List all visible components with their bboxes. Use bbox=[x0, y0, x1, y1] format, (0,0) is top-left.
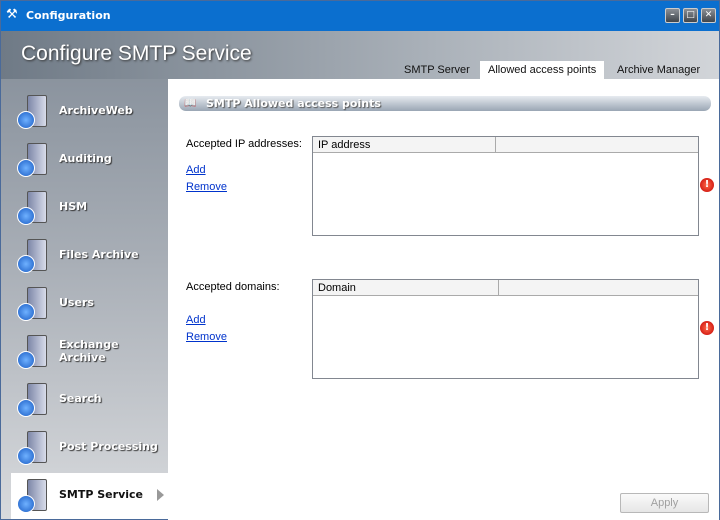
configuration-window: ⚒ Configuration – □ ✕ Configure SMTP Ser… bbox=[0, 0, 720, 520]
server-icon bbox=[17, 287, 47, 321]
sidebar-item-label: Files Archive bbox=[59, 248, 139, 261]
section-title: SMTP Allowed access points bbox=[206, 97, 381, 110]
search-server-icon bbox=[17, 383, 47, 417]
database-server-icon bbox=[17, 239, 47, 273]
column-header-domain[interactable]: Domain bbox=[313, 280, 499, 296]
sidebar-item-label: Post Processing bbox=[59, 440, 158, 453]
apply-button[interactable]: Apply bbox=[620, 493, 709, 513]
search-server-icon bbox=[17, 431, 47, 465]
sidebar-item-hsm[interactable]: HSM bbox=[11, 185, 168, 231]
maximize-button[interactable]: □ bbox=[683, 8, 698, 23]
sidebar-item-label: Users bbox=[59, 296, 94, 309]
sidebar-item-label: SMTP Service bbox=[59, 488, 143, 501]
page-title: Configure SMTP Service bbox=[21, 42, 252, 65]
server-icon bbox=[17, 143, 47, 177]
section-header: 📖 SMTP Allowed access points bbox=[179, 96, 711, 111]
sidebar-item-post-processing[interactable]: Post Processing bbox=[11, 425, 168, 471]
sidebar-item-label: ArchiveWeb bbox=[59, 104, 133, 117]
sidebar-item-smtp-service[interactable]: SMTP Service bbox=[11, 473, 168, 519]
tab-archive-manager[interactable]: Archive Manager bbox=[609, 61, 708, 79]
domain-table[interactable]: Domain bbox=[312, 279, 699, 379]
sidebar-item-label: Auditing bbox=[59, 152, 112, 165]
title-bar: ⚒ Configuration – □ ✕ bbox=[1, 1, 719, 31]
book-icon: 📖 bbox=[184, 98, 197, 109]
add-domain-link[interactable]: Add bbox=[186, 314, 206, 326]
sidebar-item-label: HSM bbox=[59, 200, 88, 213]
sidebar-item-search[interactable]: Search bbox=[11, 377, 168, 423]
chevron-right-icon bbox=[157, 489, 164, 501]
add-ip-link[interactable]: Add bbox=[186, 164, 206, 176]
tab-smtp-server[interactable]: SMTP Server bbox=[396, 61, 478, 79]
tab-allowed-access-points[interactable]: Allowed access points bbox=[480, 61, 605, 79]
remove-domain-link[interactable]: Remove bbox=[186, 331, 227, 343]
mail-server-icon bbox=[17, 335, 47, 369]
sidebar-item-label: Search bbox=[59, 392, 102, 405]
table-header: Domain bbox=[313, 280, 698, 296]
server-icon bbox=[17, 191, 47, 225]
window-title: Configuration bbox=[26, 9, 111, 22]
sidebar-item-exchange-archive[interactable]: Exchange Archive bbox=[11, 329, 168, 375]
sidebar: ArchiveWeb Auditing HSM Files Archive Us… bbox=[1, 79, 168, 520]
column-header-ip-address[interactable]: IP address bbox=[313, 137, 496, 153]
close-button[interactable]: ✕ bbox=[701, 8, 716, 23]
error-icon: ! bbox=[700, 178, 714, 192]
content-panel: 📖 SMTP Allowed access points Accepted IP … bbox=[168, 79, 719, 520]
server-icon bbox=[17, 95, 47, 129]
sidebar-item-auditing[interactable]: Auditing bbox=[11, 137, 168, 183]
sidebar-item-files-archive[interactable]: Files Archive bbox=[11, 233, 168, 279]
tools-icon: ⚒ bbox=[6, 7, 18, 22]
error-icon: ! bbox=[700, 321, 714, 335]
sidebar-item-archiveweb[interactable]: ArchiveWeb bbox=[11, 89, 168, 135]
minimize-button[interactable]: – bbox=[665, 8, 680, 23]
table-header: IP address bbox=[313, 137, 698, 153]
remove-ip-link[interactable]: Remove bbox=[186, 181, 227, 193]
sidebar-item-label: Exchange Archive bbox=[59, 338, 119, 364]
domains-label: Accepted domains: bbox=[186, 281, 280, 293]
mail-server-icon bbox=[17, 479, 47, 513]
sidebar-item-users[interactable]: Users bbox=[11, 281, 168, 327]
ip-label: Accepted IP addresses: bbox=[186, 138, 302, 150]
ip-address-table[interactable]: IP address bbox=[312, 136, 699, 236]
